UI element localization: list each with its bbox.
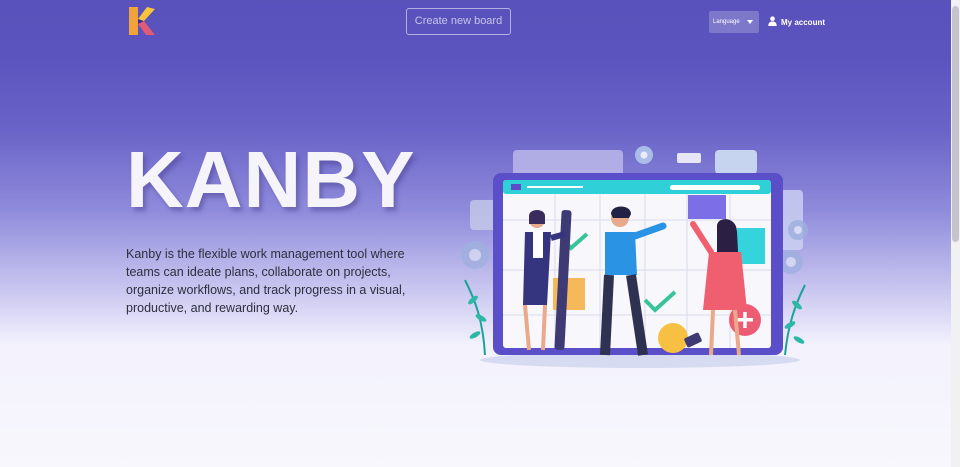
hero-title: KANBY <box>126 135 416 224</box>
gear-icon <box>635 146 653 164</box>
scrollbar-thumb[interactable] <box>952 6 959 242</box>
kanban-board-illustration <box>455 140 820 370</box>
vertical-scrollbar[interactable] <box>951 0 960 467</box>
kanby-logo-icon[interactable] <box>126 5 156 37</box>
caret-down-icon <box>747 20 753 24</box>
language-select-label: Language <box>713 19 740 25</box>
create-new-board-button[interactable]: Create new board <box>406 8 511 35</box>
my-account-link[interactable]: My account <box>768 14 825 30</box>
user-icon <box>768 16 777 28</box>
hero-description: Kanby is the flexible work management to… <box>126 247 406 315</box>
language-select[interactable]: Language <box>709 11 759 33</box>
my-account-label: My account <box>781 17 826 27</box>
